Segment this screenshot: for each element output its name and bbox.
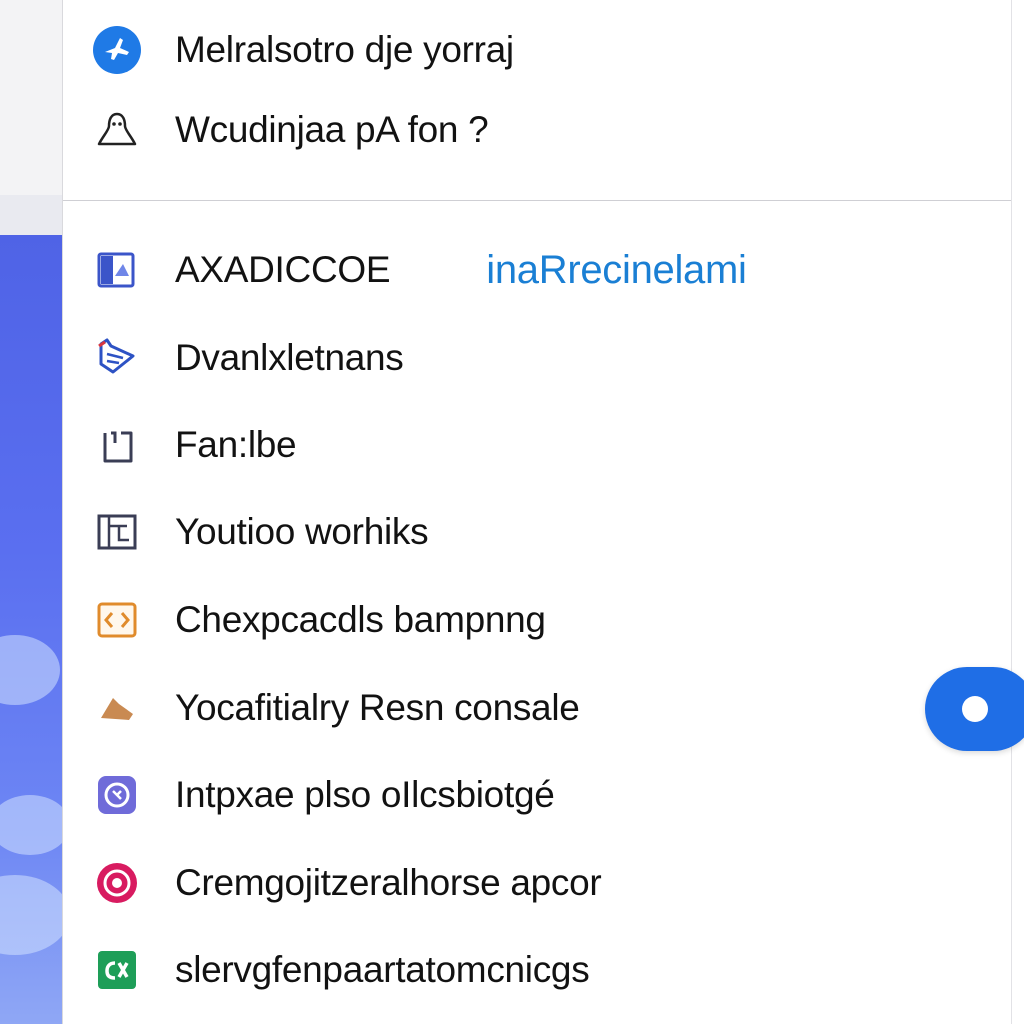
layout-grid-icon (93, 508, 141, 556)
message-card-icon (93, 334, 141, 382)
menu-item-4[interactable]: Dvanlxletnans (93, 328, 953, 388)
menu-item-label: Yocafitialry Resn consale (175, 687, 580, 728)
menu-divider (63, 200, 1011, 201)
menu-item-label: Wcudinjaa pA fon ? (175, 109, 489, 150)
menu-item-10[interactable]: Cremgojitzeralhorse apcor (93, 853, 953, 913)
menu-item-label: Intpxae plso oIlcsbiotgé (175, 774, 555, 815)
app-window-icon (93, 246, 141, 294)
menu-item-link[interactable]: inaRrecinelami (486, 248, 747, 293)
brown-triangle-icon (93, 684, 141, 732)
desktop-wallpaper (0, 235, 62, 1024)
menu-item-11[interactable]: slervgfenpaartatomcnicgs (93, 940, 953, 1000)
menu-item-6[interactable]: Youtioo worhiks (93, 502, 953, 562)
background-window (0, 0, 62, 195)
menu-item-8[interactable]: Yocafitialry Resn consale (93, 678, 953, 738)
menu-item-1[interactable]: Melralsotro dje yorraj (93, 20, 953, 80)
screen: Melralsotro dje yorraj Wcudinjaa pA fon … (0, 0, 1024, 1024)
code-box-icon (93, 596, 141, 644)
purple-badge-icon (93, 771, 141, 819)
menu-item-label: slervgfenpaartatomcnicgs (175, 949, 590, 990)
menu-item-3[interactable]: AXADICCOE inaRrecinelami (93, 240, 953, 300)
toggle-knob (962, 696, 988, 722)
background-window-toolbar (0, 195, 62, 235)
menu-item-label: AXADICCOE (175, 249, 391, 290)
menu-item-label: Cremgojitzeralhorse apcor (175, 862, 602, 903)
phone-frame-icon (93, 421, 141, 469)
menu-item-9[interactable]: Intpxae plso oIlcsbiotgé (93, 765, 953, 825)
toggle-switch[interactable] (925, 667, 1024, 751)
context-menu: Melralsotro dje yorraj Wcudinjaa pA fon … (62, 0, 1012, 1024)
person-outline-icon (93, 106, 141, 154)
blue-plane-icon (93, 26, 141, 74)
menu-item-2[interactable]: Wcudinjaa pA fon ? (93, 100, 953, 160)
menu-item-label: Youtioo worhiks (175, 511, 429, 552)
menu-item-label: Melralsotro dje yorraj (175, 29, 514, 70)
pink-target-icon (93, 859, 141, 907)
green-code-icon (93, 946, 141, 994)
menu-item-7[interactable]: Chexpcacdls bampnng (93, 590, 953, 650)
menu-item-label: Chexpcacdls bampnng (175, 599, 546, 640)
menu-item-label: Dvanlxletnans (175, 337, 404, 378)
menu-item-label: Fan:lbe (175, 424, 297, 465)
menu-item-5[interactable]: Fan:lbe (93, 415, 953, 475)
